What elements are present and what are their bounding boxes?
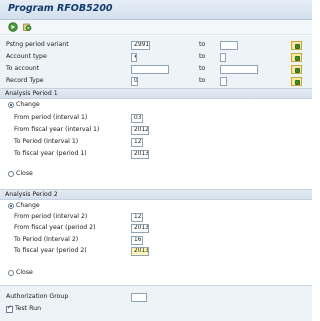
period-2-close-label: Close: [16, 269, 33, 276]
analysis-period-2-group: Analysis Period 2 Change From period (in…: [0, 189, 312, 286]
test-run-label: Test Run: [15, 305, 42, 312]
record-type-label: Record Type: [6, 77, 44, 84]
from-fiscal-year-period-2-label: From fiscal year (period 2): [14, 224, 96, 231]
application-toolbar: [0, 20, 312, 35]
selection-screen: Pstng period variant Z991 to Account typ…: [0, 36, 312, 321]
execute-icon[interactable]: [8, 22, 18, 32]
account-type-label: Account type: [6, 53, 47, 60]
to-account-to-label: to: [199, 65, 206, 72]
page-title: Program RFOB5200: [8, 3, 113, 14]
to-fiscal-year-period-1-label: To fiscal year (period 1): [14, 150, 87, 157]
period-1-change-radio[interactable]: [8, 102, 14, 108]
from-period-interval-2-label: From period (interval 2): [14, 213, 88, 220]
authorization-group-label: Authorization Group: [6, 293, 69, 300]
from-period-interval-2-input[interactable]: 12: [131, 213, 143, 222]
authorization-group-input[interactable]: [131, 293, 147, 302]
period-2-close-radio[interactable]: [8, 270, 14, 276]
title-bar: Program RFOB5200: [0, 0, 312, 20]
analysis-period-2-title: Analysis Period 2: [5, 191, 58, 198]
posting-period-variant-label: Pstng period variant: [6, 41, 69, 48]
to-period-interval-1-input[interactable]: 12: [131, 138, 143, 147]
from-fiscal-year-interval-1-input[interactable]: 2012: [131, 126, 149, 135]
to-period-interval-2-input[interactable]: 16: [131, 236, 143, 245]
record-type-to-input[interactable]: [220, 77, 227, 86]
to-fiscal-year-period-2-input[interactable]: 2013: [131, 247, 149, 256]
multiple-selection-button[interactable]: [291, 53, 302, 62]
analysis-period-1-title: Analysis Period 1: [5, 90, 58, 97]
variant-icon[interactable]: [22, 22, 32, 32]
period-1-close-label: Close: [16, 170, 33, 177]
multiple-selection-button[interactable]: [291, 77, 302, 86]
to-fiscal-year-period-1-input[interactable]: 2013: [131, 150, 149, 159]
analysis-period-2-header: Analysis Period 2: [0, 190, 312, 200]
period-2-change-radio[interactable]: [8, 203, 14, 209]
options-area: Authorization Group Test Run: [0, 285, 312, 321]
multiple-selection-button[interactable]: [291, 65, 302, 74]
from-fiscal-year-interval-1-label: From fiscal year (interval 1): [14, 126, 100, 133]
posting-period-variant-input[interactable]: Z991: [131, 41, 150, 50]
to-account-input[interactable]: [131, 65, 169, 74]
analysis-period-1-header: Analysis Period 1: [0, 89, 312, 99]
account-type-to-label: to: [199, 53, 206, 60]
period-1-change-label: Change: [16, 101, 40, 108]
period-2-change-label: Change: [16, 202, 40, 209]
to-period-interval-1-label: To Period (Interval 1): [14, 138, 79, 145]
record-type-input[interactable]: 0: [131, 77, 138, 86]
account-type-input[interactable]: #: [131, 53, 137, 62]
posting-period-variant-to-input[interactable]: [220, 41, 238, 50]
period-1-close-radio[interactable]: [8, 171, 14, 177]
to-period-interval-2-label: To Period (Interval 2): [14, 236, 79, 243]
account-type-to-input[interactable]: [220, 53, 226, 62]
record-type-to-label: to: [199, 77, 206, 84]
from-fiscal-year-period-2-input[interactable]: 2013: [131, 224, 149, 233]
to-account-to-input[interactable]: [220, 65, 258, 74]
to-account-label: To account: [6, 65, 40, 72]
to-fiscal-year-period-2-label: To fiscal year (period 2): [14, 247, 87, 254]
posting-period-variant-to-label: to: [199, 41, 206, 48]
from-period-interval-1-input[interactable]: 03: [131, 114, 143, 123]
from-period-interval-1-label: From period (interval 1): [14, 114, 88, 121]
test-run-checkbox[interactable]: [6, 304, 13, 313]
multiple-selection-button[interactable]: [291, 41, 302, 50]
